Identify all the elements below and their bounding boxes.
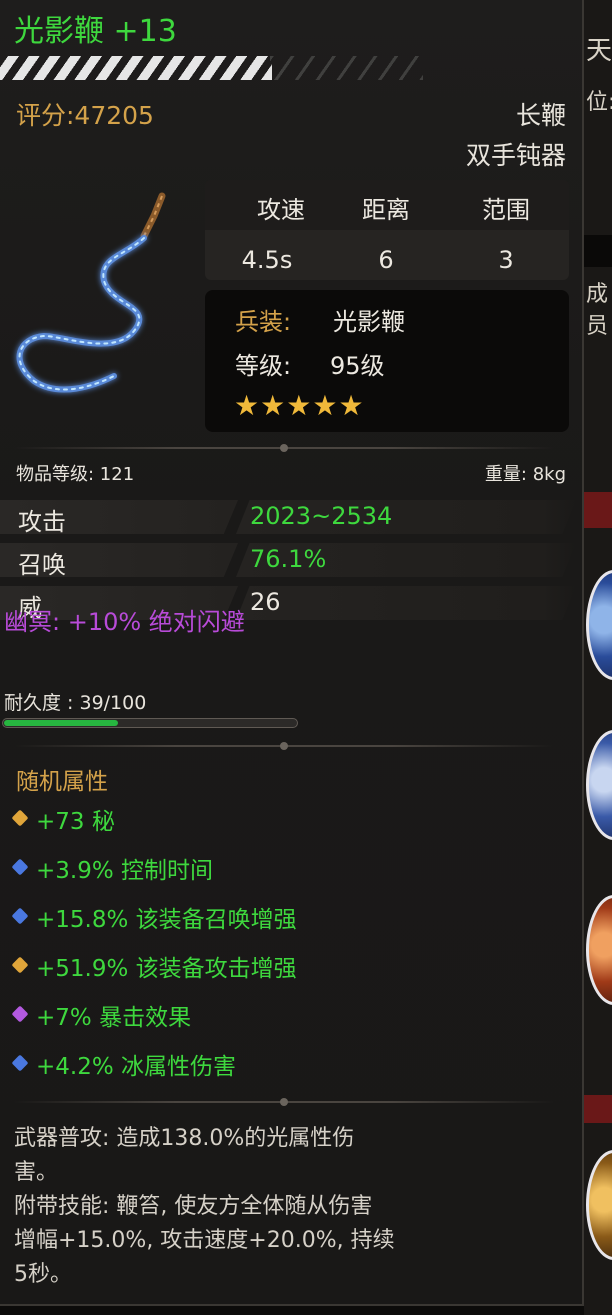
skill-orb-icon[interactable] [586, 570, 612, 680]
item-description: 武器普攻: 造成138.0%的光属性伤 害。 附带技能: 鞭笞, 使友方全体随从… [14, 1122, 568, 1292]
attribute-row: 攻击 2023~2534 [0, 498, 584, 536]
background-text: 天 [586, 36, 612, 66]
background-panel: 天 位: 成员 [584, 0, 612, 1315]
durability-bar [2, 718, 298, 728]
enhance-bar-empty [270, 56, 423, 80]
attribute-value: 76.1% [250, 545, 327, 573]
attribute-name: 攻击 [18, 508, 66, 536]
item-score: 评分:47205 [16, 101, 154, 130]
equip-label: 兵装: [235, 308, 292, 336]
skill-orb-icon[interactable] [586, 730, 612, 840]
equip-value: 光影鞭 [333, 308, 405, 336]
star-icon: ★ [286, 389, 312, 422]
durability-bar-fill [4, 720, 118, 726]
gem-icon [11, 809, 29, 827]
level-value: 95级 [330, 352, 385, 380]
durability-label: 耐久度 : 39/100 [4, 692, 147, 714]
attribute-row: 召唤 76.1% [0, 541, 584, 579]
whip-icon [16, 192, 166, 393]
item-level: 物品等级: 121 [16, 464, 135, 485]
background-text: 位: [586, 90, 612, 115]
skill-orb-icon[interactable] [586, 1150, 612, 1260]
skill-orb-icon[interactable] [586, 895, 612, 1005]
stat-value-area: 3 [498, 246, 514, 274]
star-icon: ★ [312, 389, 338, 422]
item-weight: 重量: 8kg [484, 464, 566, 485]
star-icon: ★ [234, 389, 260, 422]
description-line: 5秒。 [14, 1262, 72, 1287]
item-tooltip: 光影鞭 +13 评分:47205 长鞭 双手钝器 攻速 距离 范围 4.5s 6… [0, 0, 584, 1306]
gem-icon [11, 1005, 29, 1023]
background-text: 成员 [586, 282, 609, 339]
gem-icon [11, 956, 29, 974]
gem-icon [11, 858, 29, 876]
description-line: 害。 [14, 1160, 59, 1185]
gem-icon [11, 907, 29, 925]
description-line: 增幅+15.0%, 攻击速度+20.0%, 持续 [14, 1228, 395, 1253]
star-icon: ★ [338, 389, 364, 422]
weapon-class: 双手钝器 [465, 141, 566, 170]
item-name: 光影鞭 +13 [14, 14, 177, 49]
special-effect: 幽冥: +10% 绝对闪避 [4, 608, 245, 636]
attribute-value: 2023~2534 [250, 502, 393, 530]
stat-value-range: 6 [378, 246, 394, 274]
enhance-bar-filled [0, 56, 272, 80]
gem-icon [11, 1054, 29, 1072]
weapon-type: 长鞭 [515, 101, 566, 130]
stat-header-attack-speed: 攻速 [257, 196, 305, 224]
description-line: 附带技能: 鞭笞, 使友方全体随从伤害 [14, 1194, 373, 1219]
attribute-value: 26 [250, 588, 281, 616]
description-line: 武器普攻: 造成138.0%的光属性伤 [14, 1126, 355, 1151]
level-label: 等级: [235, 352, 292, 380]
attribute-name: 召唤 [18, 551, 66, 579]
random-attributes-title: 随机属性 [16, 769, 108, 795]
star-icon: ★ [260, 389, 286, 422]
stat-header-range: 距离 [362, 196, 410, 224]
stat-header-area: 范围 [482, 196, 530, 224]
stat-value-attack-speed: 4.5s [241, 246, 293, 274]
star-rating: ★★★★★ [234, 390, 365, 422]
